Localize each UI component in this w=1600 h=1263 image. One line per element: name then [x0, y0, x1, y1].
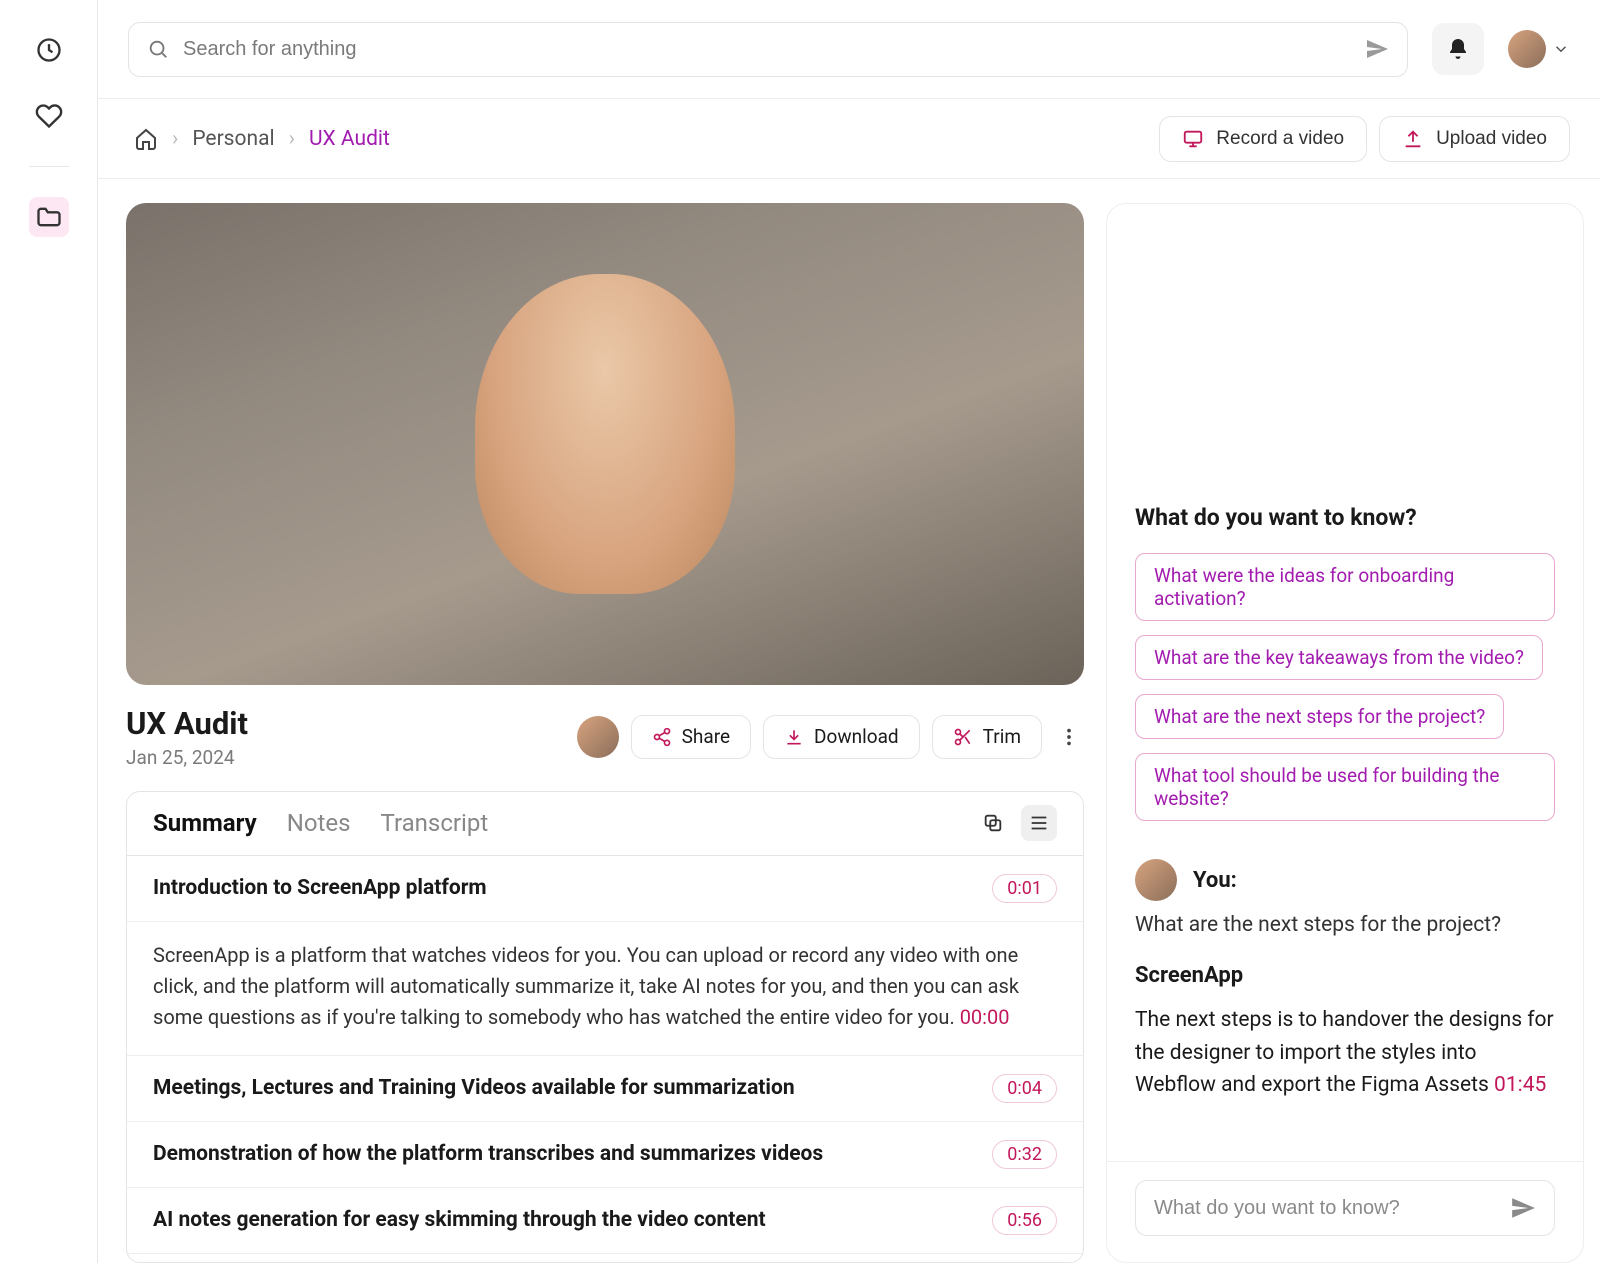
copy-button[interactable]: [975, 805, 1011, 841]
video-date: Jan 25, 2024: [126, 746, 248, 769]
timestamp[interactable]: 0:56: [992, 1206, 1057, 1235]
tab-summary[interactable]: Summary: [153, 809, 257, 837]
button-label: Record a video: [1216, 128, 1344, 150]
timestamp-inline[interactable]: 01:45: [1494, 1073, 1546, 1097]
more-vertical-icon: [1058, 726, 1080, 748]
video-title: UX Audit: [126, 705, 248, 742]
summary-item[interactable]: Ability to Ask AI questions about the vi…: [127, 1254, 1083, 1263]
summary-heading: Meetings, Lectures and Training Videos a…: [153, 1076, 795, 1100]
divider: [29, 166, 69, 167]
scissors-icon: [953, 727, 973, 747]
tab-notes[interactable]: Notes: [287, 809, 351, 837]
download-icon: [784, 727, 804, 747]
search-input[interactable]: [183, 38, 1351, 61]
summary-item[interactable]: Introduction to ScreenApp platform 0:01: [127, 856, 1083, 922]
summary-item[interactable]: Meetings, Lectures and Training Videos a…: [127, 1056, 1083, 1122]
clock-icon: [35, 36, 63, 64]
bell-icon: [1446, 37, 1470, 61]
share-icon: [652, 727, 672, 747]
summary-body: ScreenApp is a platform that watches vid…: [127, 922, 1083, 1056]
button-label: Trim: [983, 725, 1021, 748]
copy-icon: [982, 812, 1004, 834]
more-button[interactable]: [1054, 726, 1084, 748]
owner-avatar[interactable]: [577, 716, 619, 758]
summary-heading: AI notes generation for easy skimming th…: [153, 1208, 766, 1232]
nav-recent[interactable]: [29, 30, 69, 70]
timestamp[interactable]: 0:01: [992, 874, 1057, 903]
timestamp[interactable]: 0:32: [992, 1140, 1057, 1169]
notifications-button[interactable]: [1432, 23, 1484, 75]
tab-transcript[interactable]: Transcript: [381, 809, 489, 837]
trim-button[interactable]: Trim: [932, 715, 1042, 759]
breadcrumb: › Personal › UX Audit: [134, 127, 390, 151]
button-label: Share: [682, 725, 730, 748]
chat-panel: What do you want to know? What were the …: [1106, 203, 1584, 1263]
folder-icon: [35, 203, 63, 231]
nav-favorites[interactable]: [29, 96, 69, 136]
monitor-icon: [1182, 128, 1204, 150]
button-label: Upload video: [1436, 128, 1547, 150]
send-icon[interactable]: [1510, 1195, 1536, 1221]
download-button[interactable]: Download: [763, 715, 920, 759]
record-video-button[interactable]: Record a video: [1159, 116, 1367, 162]
timestamp-inline[interactable]: 00:00: [960, 1005, 1010, 1029]
person-image: [475, 274, 735, 594]
avatar: [1508, 30, 1546, 68]
chat-suggestion[interactable]: What tool should be used for building th…: [1135, 753, 1555, 821]
chat-heading: What do you want to know?: [1135, 504, 1555, 531]
timestamp[interactable]: 0:04: [992, 1074, 1057, 1103]
breadcrumb-current[interactable]: UX Audit: [309, 127, 390, 151]
video-thumbnail[interactable]: [126, 203, 1084, 685]
heart-icon: [35, 102, 63, 130]
bot-answer-text: The next steps is to handover the design…: [1135, 1008, 1554, 1097]
share-button[interactable]: Share: [631, 715, 751, 759]
chat-suggestion[interactable]: What were the ideas for onboarding activ…: [1135, 553, 1555, 621]
chat-suggestion[interactable]: What are the key takeaways from the vide…: [1135, 635, 1543, 680]
summary-heading: Demonstration of how the platform transc…: [153, 1142, 823, 1166]
chevron-right-icon: ›: [289, 127, 295, 151]
user-avatar: [1135, 859, 1177, 901]
bot-answer: The next steps is to handover the design…: [1135, 1004, 1555, 1102]
search-icon: [147, 38, 169, 60]
search-bar[interactable]: [128, 22, 1408, 77]
chevron-right-icon: ›: [172, 127, 178, 151]
breadcrumb-personal[interactable]: Personal: [192, 127, 274, 151]
chat-suggestion[interactable]: What are the next steps for the project?: [1135, 694, 1504, 739]
user-question: What are the next steps for the project?: [1135, 913, 1555, 937]
list-icon: [1028, 812, 1050, 834]
user-menu[interactable]: [1508, 30, 1570, 68]
nav-folder[interactable]: [29, 197, 69, 237]
chevron-down-icon: [1552, 40, 1570, 58]
chat-input-wrap[interactable]: [1135, 1180, 1555, 1236]
summary-item[interactable]: AI notes generation for easy skimming th…: [127, 1188, 1083, 1254]
button-label: Download: [814, 725, 899, 748]
you-label: You:: [1193, 868, 1237, 893]
bot-name: ScreenApp: [1135, 963, 1555, 988]
upload-icon: [1402, 128, 1424, 150]
list-view-button[interactable]: [1021, 805, 1057, 841]
summary-text: ScreenApp is a platform that watches vid…: [153, 943, 1019, 1029]
summary-heading: Introduction to ScreenApp platform: [153, 876, 487, 900]
chat-input[interactable]: [1154, 1197, 1498, 1220]
send-icon[interactable]: [1365, 37, 1389, 61]
summary-item[interactable]: Demonstration of how the platform transc…: [127, 1122, 1083, 1188]
upload-video-button[interactable]: Upload video: [1379, 116, 1570, 162]
home-icon[interactable]: [134, 127, 158, 151]
